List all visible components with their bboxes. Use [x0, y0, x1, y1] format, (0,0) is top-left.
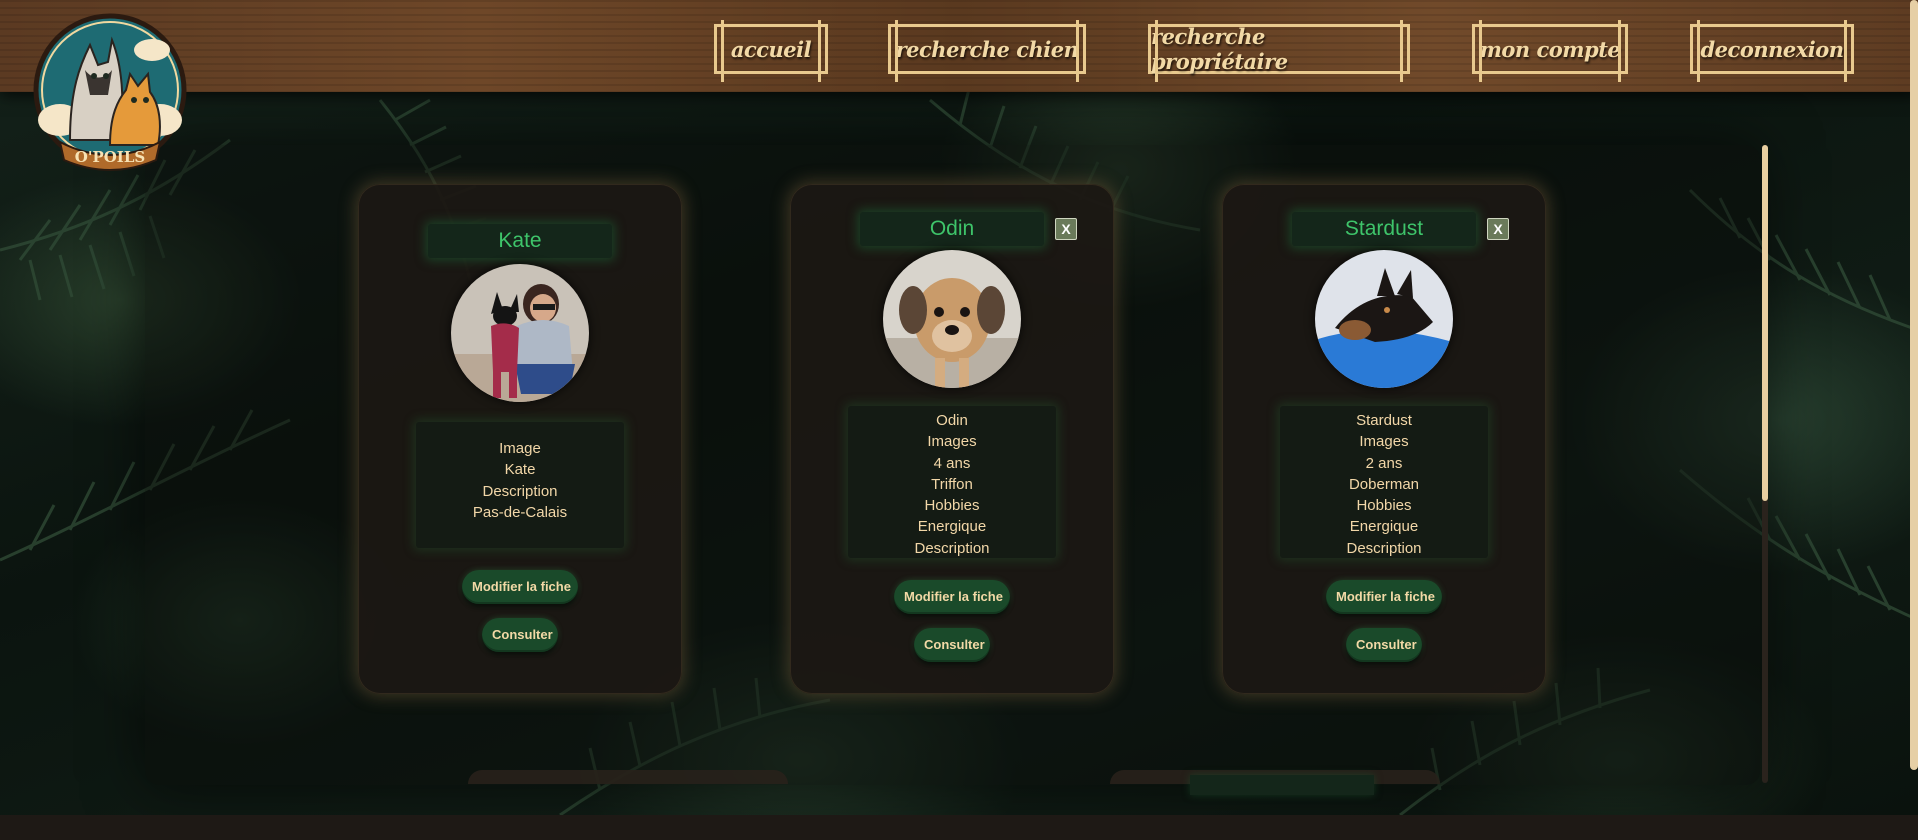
nav-deconnexion[interactable]: deconnexion — [1690, 20, 1854, 82]
info-line-image: Image — [499, 440, 541, 457]
profile-card-kate: Kate Image Kate Description Pas-de-Calai… — [358, 184, 682, 694]
info-line-description: Description — [1346, 539, 1422, 557]
info-line-age: 4 ans — [933, 454, 971, 472]
info-line-age: 2 ans — [1365, 454, 1403, 472]
delete-dog-button[interactable]: X — [1055, 218, 1077, 240]
info-line-images: Images — [927, 433, 977, 451]
edit-profile-button[interactable]: Modifier la fiche — [1326, 580, 1442, 614]
view-profile-button[interactable]: Consulter — [914, 628, 990, 662]
dog-info-box: Odin Images 4 ans Triffon Hobbies Energi… — [848, 406, 1056, 558]
dog-avatar — [883, 250, 1021, 388]
footer-bar — [0, 815, 1918, 840]
card-title: Kate — [428, 224, 612, 258]
owner-avatar — [451, 264, 589, 402]
next-card-peek — [468, 770, 788, 784]
opoils-logo[interactable]: O'POILS — [30, 10, 190, 175]
info-line-images: Images — [1359, 433, 1409, 451]
info-line-name: Kate — [504, 461, 536, 479]
delete-dog-button[interactable]: X — [1487, 218, 1509, 240]
dog-cat-logo-icon: O'POILS — [33, 13, 187, 171]
info-line-region: Pas-de-Calais — [472, 503, 568, 521]
view-profile-button[interactable]: Consulter — [1346, 628, 1422, 662]
profile-card-stardust: Stardust X Stardust Images 2 ans Doberma… — [1222, 184, 1546, 694]
nav-recherche-proprietaire[interactable]: recherche propriétaire — [1148, 20, 1410, 82]
page-scrollbar-thumb[interactable] — [1910, 0, 1918, 770]
card-title: Odin — [860, 212, 1044, 246]
stardust-dog-photo — [1315, 250, 1453, 388]
card-title: Stardust — [1292, 212, 1476, 246]
owner-info-box: Image Kate Description Pas-de-Calais — [416, 422, 624, 548]
next-card-title-peek — [1190, 775, 1374, 795]
nav-mon-compte[interactable]: mon compte — [1472, 20, 1628, 82]
info-line-name: Stardust — [1356, 412, 1412, 429]
edit-profile-button[interactable]: Modifier la fiche — [462, 570, 578, 604]
info-line-hobbies: Hobbies — [1356, 497, 1412, 515]
edit-profile-button[interactable]: Modifier la fiche — [894, 580, 1010, 614]
info-line-temperament: Energique — [1349, 518, 1419, 536]
info-line-breed: Triffon — [931, 475, 973, 493]
logo-text: O'POILS — [75, 148, 145, 166]
odin-dog-photo — [883, 250, 1021, 388]
view-profile-button[interactable]: Consulter — [482, 618, 558, 652]
info-line-name: Odin — [936, 412, 968, 429]
info-line-description: Description — [914, 539, 990, 557]
panel-scrollbar[interactable] — [1762, 145, 1768, 783]
info-line-description: Description — [482, 482, 558, 500]
info-line-hobbies: Hobbies — [924, 497, 980, 515]
info-line-breed: Doberman — [1348, 475, 1420, 493]
panel-scrollbar-thumb[interactable] — [1762, 145, 1768, 501]
dog-info-box: Stardust Images 2 ans Doberman Hobbies E… — [1280, 406, 1488, 558]
dog-avatar — [1315, 250, 1453, 388]
nav-accueil[interactable]: accueil — [714, 20, 828, 82]
nav-recherche-chien[interactable]: recherche chien — [888, 20, 1086, 82]
info-line-temperament: Energique — [917, 518, 987, 536]
profile-card-odin: Odin X Odin Images 4 ans Triffon Hobbies… — [790, 184, 1114, 694]
owner-with-dog-photo — [451, 264, 589, 402]
